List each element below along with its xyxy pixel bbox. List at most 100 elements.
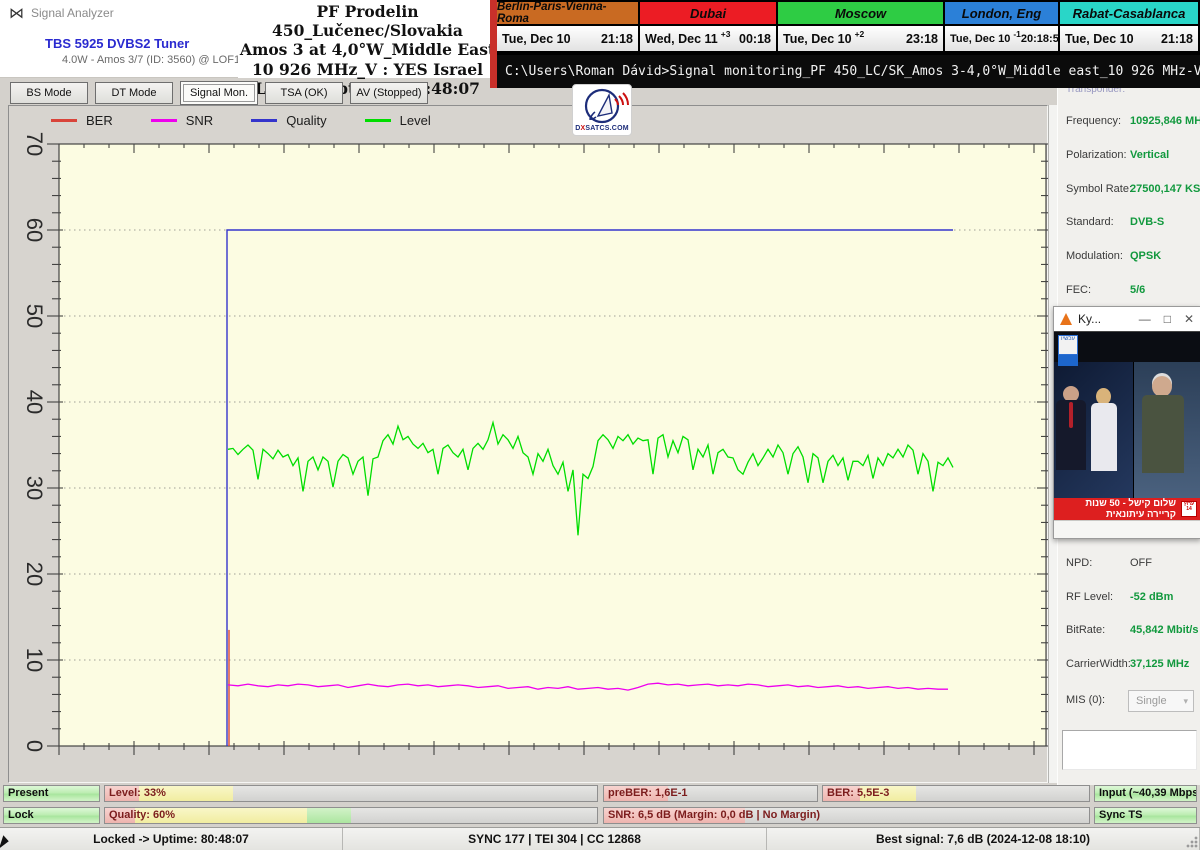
param-value: 5/6 <box>1130 284 1145 296</box>
bar-present: Present <box>3 785 100 802</box>
clock-city-label: Moscow <box>778 2 943 24</box>
legend-swatch-ber <box>51 119 77 122</box>
clock-time-row: Tue, Dec 10+223:18 <box>778 25 943 51</box>
clock-time: 21:18 <box>1161 32 1193 46</box>
status-section-1: Locked -> Uptime: 80:48:07 <box>0 828 343 850</box>
anchor-woman-body <box>1091 403 1117 471</box>
legend-item-snr: SNR <box>151 113 213 128</box>
clock-berlin-paris-vienna-roma: Berlin-Paris-Vienna-RomaTue, Dec 1021:18 <box>497 0 640 55</box>
mis-row: MIS (0): Single ▾ <box>1058 690 1200 716</box>
legend-label-level: Level <box>400 113 431 128</box>
clock-city-label: Berlin-Paris-Vienna-Roma <box>497 2 638 24</box>
bar-label-quality: Quality: 60% <box>109 809 175 821</box>
y-axis-label-20: 20 <box>22 562 47 586</box>
clock-time-row: Tue, Dec 1021:18 <box>497 25 638 51</box>
status-section-3: Best signal: 7,6 dB (2024-12-08 18:10) <box>767 828 1200 850</box>
param-label: Standard: <box>1066 216 1114 228</box>
param-value: OFF <box>1130 557 1152 569</box>
bar-snr: SNR: 6,5 dB (Margin: 0,0 dB | No Margin) <box>603 807 1090 824</box>
video-top-band: עכשיו <box>1054 332 1200 362</box>
legend-swatch-snr <box>151 119 177 122</box>
clock-date: Tue, Dec 10 <box>1065 32 1134 46</box>
param-label: FEC: <box>1066 284 1091 296</box>
vlc-video-area[interactable]: עכשיו של <box>1054 332 1200 520</box>
tab-dt-mode[interactable]: DT Mode <box>95 82 173 104</box>
bar-ber: BER: 5,5E-3 <box>822 785 1090 802</box>
studio-anchors-pane <box>1054 362 1134 498</box>
bar-label-syncts: Sync TS <box>1099 809 1142 821</box>
tab-av-stopped[interactable]: AV (Stopped) <box>350 82 428 104</box>
satellite-dish-icon <box>574 87 630 125</box>
param-value: 27500,147 KS/s <box>1130 183 1200 195</box>
bar-label-snr: SNR: 6,5 dB (Margin: 0,0 dB | No Margin) <box>608 809 820 821</box>
video-scene <box>1054 362 1200 498</box>
param-label: BitRate: <box>1066 624 1105 636</box>
resize-grip-icon[interactable] <box>1186 836 1198 848</box>
guest-head <box>1152 376 1172 397</box>
param-row-fec: FEC: 5/6 <box>1058 275 1200 309</box>
tuner-name: TBS 5925 DVBS2 Tuner <box>45 36 189 51</box>
signal-chart-panel: BERSNRQualityLevel 010203040506070 <box>8 105 1048 783</box>
bar-syncts: Sync TS <box>1094 807 1197 824</box>
clock-city-label: Rabat-Casablanca <box>1060 2 1198 24</box>
vlc-minimize-button[interactable]: — <box>1139 312 1151 326</box>
bar-lock: Lock <box>3 807 100 824</box>
clock-date: Tue, Dec 10 <box>950 33 1010 45</box>
clock-date: Tue, Dec 10 <box>783 32 852 46</box>
window-title: Signal Analyzer <box>31 6 114 20</box>
vlc-window-title: Ky... <box>1078 312 1101 326</box>
vlc-bottom-strip <box>1054 520 1200 538</box>
bar-segment-gray <box>668 786 817 801</box>
guest-pane <box>1134 362 1200 498</box>
mis-dropdown[interactable]: Single ▾ <box>1128 690 1194 712</box>
param-value: 45,842 Mbit/s <box>1130 624 1198 636</box>
param-value: -52 dBm <box>1130 591 1173 603</box>
vlc-maximize-button[interactable]: □ <box>1164 312 1171 326</box>
clock-city-label: Dubai <box>640 2 776 24</box>
clock-city-label: London, Eng <box>945 2 1058 24</box>
bar-label-lock: Lock <box>8 809 34 821</box>
bar-label-preber: preBER: 1,6E-1 <box>608 787 687 799</box>
clock-moscow: MoscowTue, Dec 10+223:18 <box>778 0 945 55</box>
clock-london-eng: London, EngTue, Dec 10-120:18:57 <box>945 0 1060 55</box>
param-label: NPD: <box>1066 557 1092 569</box>
chart-legend: BERSNRQualityLevel <box>51 113 431 128</box>
guest-body <box>1142 395 1184 473</box>
bar-segment-green <box>307 808 351 823</box>
vlc-close-button[interactable]: ✕ <box>1184 312 1194 326</box>
bar-label-input: Input (~40,39 Mbps) <box>1099 787 1197 799</box>
bar-segment-gray <box>233 786 597 801</box>
bar-segments <box>105 786 597 801</box>
signal-analyzer-window: ⋈ Signal Analyzer TBS 5925 DVBS2 Tuner 4… <box>0 0 1200 850</box>
parameters-panel: Transponder: Frequency:10925,846 MHzPola… <box>1057 78 1200 785</box>
param-row-standard: Standard:DVB-S <box>1058 207 1200 241</box>
param-value: Vertical <box>1130 149 1169 161</box>
param-row-npd: NPD: OFF <box>1058 548 1200 582</box>
dxsatcs-logo-text: DXSATCS.COM <box>575 125 629 132</box>
bar-input: Input (~40,39 Mbps) <box>1094 785 1197 802</box>
y-axis-label-10: 10 <box>22 648 47 672</box>
param-row-bitrate: BitRate: 45,842 Mbit/s <box>1058 615 1200 649</box>
bar-quality: Quality: 60% <box>104 807 598 824</box>
vlc-titlebar[interactable]: Ky... — □ ✕ <box>1054 307 1200 332</box>
clock-rabat-casablanca: Rabat-Casablanca Tue, Dec 10 21:18 <box>1060 0 1200 55</box>
param-value: 10925,846 MHz <box>1130 115 1200 127</box>
bar-label-ber: BER: 5,5E-3 <box>827 787 889 799</box>
param-row-polarization: Polarization:Vertical <box>1058 140 1200 174</box>
header-note-line-1: PF Prodelin 450_Lučenec/Slovakia <box>238 2 497 40</box>
param-value: QPSK <box>1130 250 1161 262</box>
header-note: PF Prodelin 450_Lučenec/SlovakiaAmos 3 a… <box>238 1 497 78</box>
tab-signal-mon[interactable]: Signal Mon. <box>180 81 258 105</box>
tab-bs-mode[interactable]: BS Mode <box>10 82 88 104</box>
legend-item-level: Level <box>365 113 431 128</box>
param-row-carrierwidth: CarrierWidth:37,125 MHz <box>1058 649 1200 683</box>
param-row-symbol-rate: Symbol Rate:27500,147 KS/s <box>1058 174 1200 208</box>
tab-tsa-ok[interactable]: TSA (OK) <box>265 82 343 104</box>
clock-time: 00:18 <box>739 32 771 46</box>
legend-label-quality: Quality <box>286 113 326 128</box>
param-label: Frequency: <box>1066 115 1121 127</box>
signal-chart: 010203040506070 <box>9 106 1049 784</box>
legend-label-snr: SNR <box>186 113 213 128</box>
clock-utc-offset: +3 <box>721 29 731 39</box>
y-axis-label-0: 0 <box>22 740 47 752</box>
